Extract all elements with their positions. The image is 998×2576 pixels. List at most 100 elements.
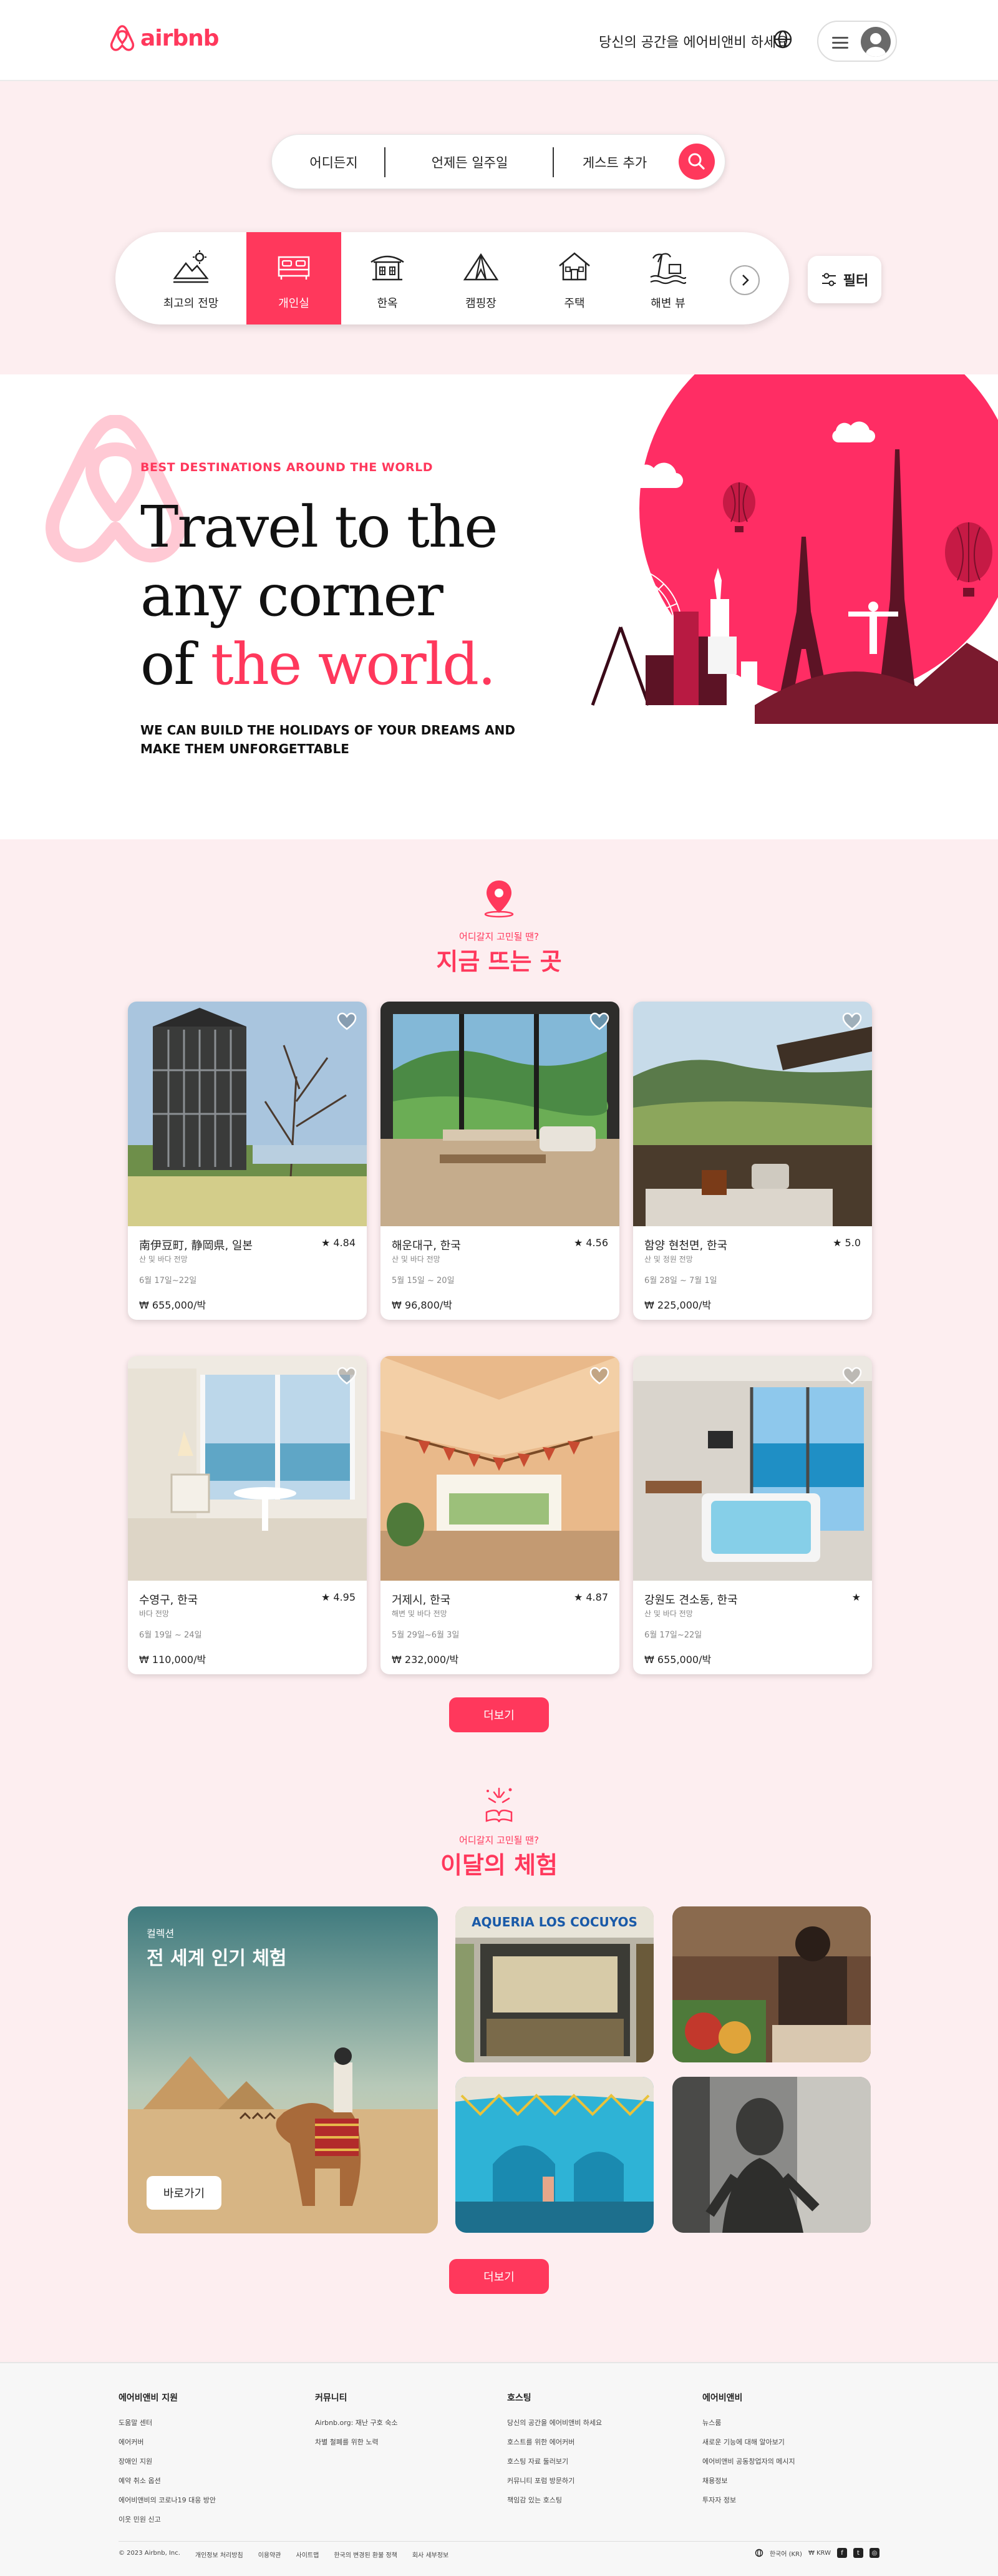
stay-price: ₩ 96,800/박 xyxy=(392,1299,453,1311)
search-button[interactable] xyxy=(679,144,715,180)
stay-photo xyxy=(633,1002,872,1226)
stay-title: 수영구, 한국 xyxy=(139,1594,198,1607)
category-next-button[interactable] xyxy=(730,265,760,295)
footer-link[interactable]: 채용정보 xyxy=(702,2476,889,2486)
airbnb-logo-icon xyxy=(109,24,135,52)
footer-link[interactable]: 커뮤니티 포럼 방문하기 xyxy=(507,2476,694,2486)
search-bar[interactable]: 어디든지 언제든 일주일 게스트 추가 xyxy=(271,134,725,189)
instagram-icon[interactable]: ◎ xyxy=(870,2548,879,2558)
stay-price: ₩ 232,000/박 xyxy=(392,1654,459,1666)
experience-card[interactable] xyxy=(672,2077,871,2233)
search-where[interactable]: 어디든지 xyxy=(272,135,395,190)
search-when[interactable]: 언제든 일주일 xyxy=(385,135,554,190)
footer-link[interactable]: 에어커버 xyxy=(119,2437,306,2447)
footer-column-hosting: 호스팅 당신의 공간을 에어비앤비 하세요 호스트를 위한 에어커버 호스팅 자… xyxy=(507,2391,694,2514)
stay-card[interactable]: 거제시, 한국 ★ 4.87 해변 및 바다 전망 5월 29일~6월 3일 ₩… xyxy=(380,1356,619,1674)
footer-settings: 한국어 (KR) ₩ KRW f t ◎ xyxy=(755,2548,879,2558)
footer-link[interactable]: 이웃 민원 신고 xyxy=(119,2514,306,2524)
filter-button[interactable]: 필터 xyxy=(808,256,881,303)
footer-column-airbnb: 에어비앤비 뉴스룸 새로운 기능에 대해 알아보기 에어비앤비 공동창업자의 메… xyxy=(702,2391,889,2514)
stay-rating: ★ 4.56 xyxy=(573,1237,608,1249)
user-menu-button[interactable] xyxy=(817,21,897,62)
copyright-text: © 2023 Airbnb, Inc. xyxy=(119,2550,180,2557)
category-best-view[interactable]: 최고의 전망 xyxy=(143,232,238,324)
hamburger-icon xyxy=(832,37,848,52)
category-house[interactable]: 주택 xyxy=(527,232,622,324)
category-label: 한옥 xyxy=(377,297,398,310)
twitter-icon[interactable]: t xyxy=(853,2548,863,2558)
site-footer: 에어비앤비 지원 도움말 센터 에어커버 장애인 지원 예약 취소 옵션 에어비… xyxy=(0,2362,998,2576)
footer-column-title: 에어비앤비 지원 xyxy=(119,2393,178,2403)
footer-link[interactable]: 책임감 있는 호스팅 xyxy=(507,2495,694,2505)
stay-photo xyxy=(380,1002,619,1226)
footer-legal-links: © 2023 Airbnb, Inc. 개인정보 처리방침 이용약관 사이트맵 … xyxy=(119,2550,448,2559)
stay-description: 산 및 정원 전망 xyxy=(644,1255,693,1264)
category-hanok[interactable]: 한옥 xyxy=(340,232,435,324)
stay-card[interactable]: 南伊豆町, 静岡県, 일본 ★ 4.84 산 및 바다 전망 6월 17일~22… xyxy=(128,1002,367,1320)
experience-feature-kicker: 컬렉션 xyxy=(147,1928,175,1939)
footer-link[interactable]: 도움말 센터 xyxy=(119,2417,306,2427)
footer-link[interactable]: 호스트를 위한 에어커버 xyxy=(507,2437,694,2447)
footer-link[interactable]: 에어비앤비의 코로나19 대응 방안 xyxy=(119,2495,306,2505)
footer-link[interactable]: Airbnb.org: 재난 구호 숙소 xyxy=(315,2417,502,2427)
footer-link[interactable]: 뉴스룸 xyxy=(702,2417,889,2427)
beach-icon xyxy=(649,248,687,286)
category-camping[interactable]: 캠핑장 xyxy=(434,232,528,324)
category-private-room[interactable]: 개인실 xyxy=(246,232,341,324)
heart-icon[interactable] xyxy=(336,1365,358,1387)
globe-icon[interactable] xyxy=(772,28,794,51)
facebook-icon[interactable]: f xyxy=(837,2548,847,2558)
search-icon xyxy=(688,153,705,170)
stays-more-button[interactable]: 더보기 xyxy=(449,1697,549,1732)
stay-card[interactable]: 함양 현천면, 한국 ★ 5.0 산 및 정원 전망 6월 28일 ~ 7월 1… xyxy=(633,1002,872,1320)
airbnb-wordmark: airbnb xyxy=(140,25,220,51)
experience-feature-card[interactable]: 컬렉션 전 세계 인기 체험 바로가기 xyxy=(128,1906,438,2233)
legal-link[interactable]: 회사 세부정보 xyxy=(412,2550,448,2559)
stay-card[interactable]: 해운대구, 한국 ★ 4.56 산 및 바다 전망 5월 15일 ~ 20일 ₩… xyxy=(380,1002,619,1320)
heart-icon[interactable] xyxy=(841,1365,863,1387)
stay-card[interactable]: 수영구, 한국 ★ 4.95 바다 전망 6월 19일 ~ 24일 ₩ 110,… xyxy=(128,1356,367,1674)
heart-icon[interactable] xyxy=(336,1010,358,1033)
stay-rating: ★ 4.87 xyxy=(573,1591,608,1603)
footer-link[interactable]: 호스팅 자료 둘러보기 xyxy=(507,2456,694,2466)
become-host-link[interactable]: 당신의 공간을 에어비앤비 하세요 xyxy=(599,31,788,51)
experience-card[interactable] xyxy=(455,2077,654,2233)
category-label: 주택 xyxy=(564,297,585,310)
legal-link[interactable]: 한국의 변경된 환불 정책 xyxy=(334,2550,397,2559)
category-beach-view[interactable]: 해변 뷰 xyxy=(621,232,715,324)
experience-card[interactable]: AQUERIA LOS COCUYOS xyxy=(455,1906,654,2062)
footer-link[interactable]: 예약 취소 옵션 xyxy=(119,2476,306,2486)
legal-link[interactable]: 이용약관 xyxy=(258,2550,281,2559)
experiences-more-button[interactable]: 더보기 xyxy=(449,2259,549,2294)
footer-link[interactable]: 투자자 정보 xyxy=(702,2495,889,2505)
heart-icon[interactable] xyxy=(588,1365,611,1387)
category-label: 개인실 xyxy=(278,297,309,310)
footer-link[interactable]: 차별 철폐를 위한 노력 xyxy=(315,2437,502,2447)
stay-card[interactable]: 강원도 견소동, 한국 ★ 산 및 바다 전망 6월 17일~22일 ₩ 655… xyxy=(633,1356,872,1674)
airbnb-logo[interactable]: airbnb xyxy=(109,24,220,52)
hero-title-line: of the world. xyxy=(140,630,497,699)
category-label: 최고의 전망 xyxy=(163,297,219,310)
footer-column-title: 에어비앤비 xyxy=(702,2393,743,2403)
stay-photo xyxy=(633,1356,872,1581)
legal-link[interactable]: 개인정보 처리방침 xyxy=(195,2550,243,2559)
currency-selector[interactable]: ₩ KRW xyxy=(808,2550,831,2557)
footer-link[interactable]: 에어비앤비 공동창업자의 메시지 xyxy=(702,2456,889,2466)
experience-card[interactable] xyxy=(672,1906,871,2062)
heart-icon[interactable] xyxy=(588,1010,611,1033)
stay-description: 해변 및 바다 전망 xyxy=(392,1609,447,1618)
footer-link[interactable]: 당신의 공간을 에어비앤비 하세요 xyxy=(507,2417,694,2427)
go-button[interactable]: 바로가기 xyxy=(147,2176,221,2210)
legal-link[interactable]: 사이트맵 xyxy=(296,2550,319,2559)
language-selector[interactable]: 한국어 (KR) xyxy=(770,2549,802,2558)
category-label: 캠핑장 xyxy=(465,297,497,310)
hero-subtitle: WE CAN BUILD THE HOLIDAYS OF YOUR DREAMS… xyxy=(140,723,515,756)
heart-icon[interactable] xyxy=(841,1010,863,1033)
stay-rating: ★ 4.84 xyxy=(321,1237,356,1249)
user-avatar-icon xyxy=(861,27,891,57)
footer-link[interactable]: 새로운 기능에 대해 알아보기 xyxy=(702,2437,889,2447)
search-guests[interactable]: 게스트 추가 xyxy=(554,135,676,190)
stay-rating: ★ 4.95 xyxy=(321,1591,356,1603)
footer-link[interactable]: 장애인 지원 xyxy=(119,2456,306,2466)
footer-column-title: 커뮤니티 xyxy=(315,2393,347,2403)
